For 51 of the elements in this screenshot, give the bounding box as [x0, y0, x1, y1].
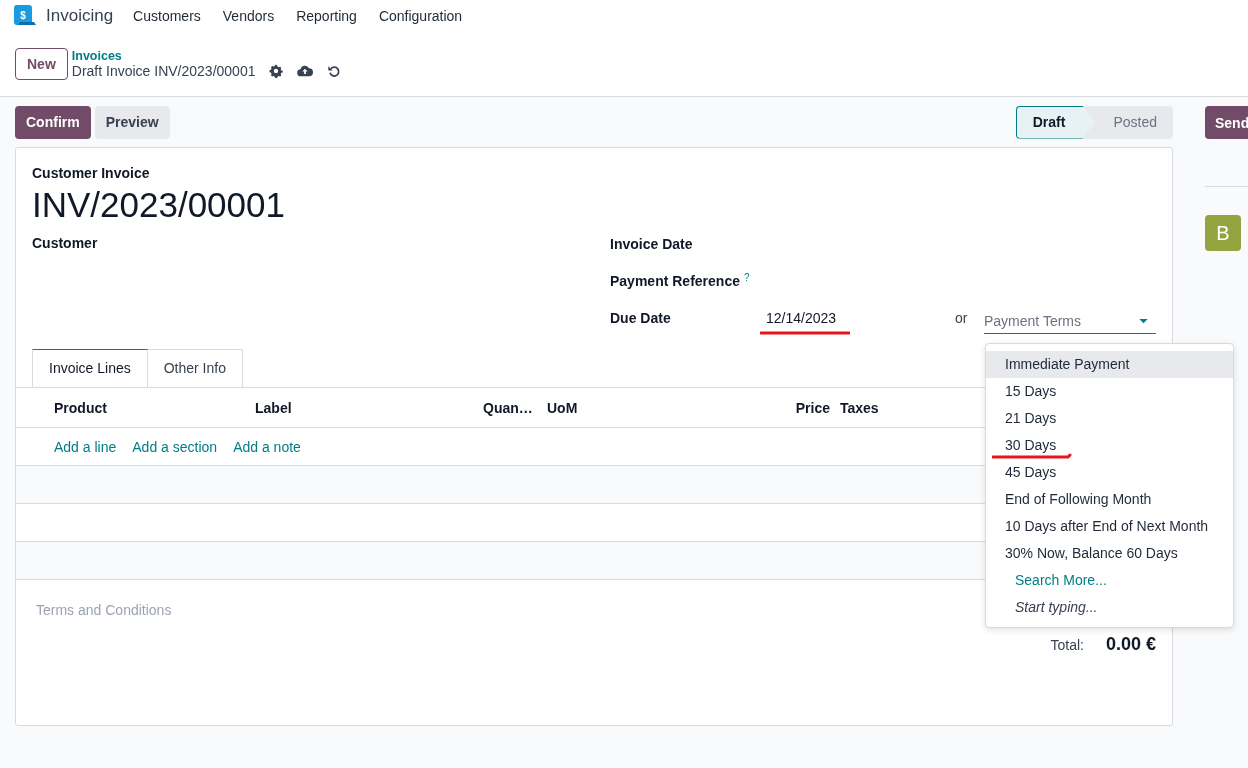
column-header: Price — [794, 399, 830, 416]
dropdown-item[interactable]: End of Following Month — [986, 486, 1233, 513]
payment-terms-field[interactable]: Payment Terms — [984, 308, 1156, 334]
app-name[interactable]: Invoicing — [46, 6, 114, 26]
record-title: Draft Invoice INV/2023/00001 — [71, 63, 256, 79]
caret-icon — [1139, 318, 1148, 324]
due-date-value[interactable]: 12/14/2023 — [766, 310, 837, 326]
column-header: Product — [54, 399, 108, 416]
search-more-link[interactable]: Search More... — [986, 567, 1233, 594]
column-header: Taxes — [839, 399, 879, 416]
field-label: Due Date — [610, 310, 672, 326]
menu-item[interactable]: Vendors — [222, 8, 275, 24]
dropdown-item[interactable]: 10 Days after End of Next Month — [986, 513, 1233, 540]
field-label: Payment Reference — [610, 273, 740, 289]
field-label: Invoice Date — [610, 236, 694, 252]
dropdown-item[interactable]: 45 Days — [986, 459, 1233, 486]
field-label: Customer — [32, 235, 98, 251]
tab[interactable]: Invoice Lines — [32, 349, 148, 387]
status-step[interactable]: Draft — [1015, 105, 1096, 139]
menu-item[interactable]: Configuration — [378, 8, 463, 24]
help-mark[interactable]: ? — [743, 272, 750, 283]
invoice-number: INV/2023/00001 — [32, 185, 286, 225]
add-link[interactable]: Add a line — [54, 438, 117, 455]
total-label: Total: — [1050, 637, 1084, 653]
settings-icon[interactable] — [269, 64, 284, 78]
total-amount: 0.00 € — [1105, 634, 1156, 655]
dropdown-hint: Start typing... — [1014, 598, 1099, 617]
undo-icon[interactable] — [327, 64, 342, 78]
avatar: B — [1205, 215, 1241, 251]
dropdown-item[interactable]: Immediate Payment — [986, 351, 1233, 378]
dropdown-item[interactable]: 30 Days — [986, 432, 1233, 459]
new-button[interactable]: New — [15, 48, 68, 80]
menu-item[interactable]: Reporting — [296, 8, 357, 24]
or-label: or — [955, 310, 969, 326]
send-button[interactable]: Send — [1205, 106, 1248, 139]
cloud-upload-icon[interactable] — [297, 64, 314, 78]
dropdown-item[interactable]: 21 Days — [986, 405, 1233, 432]
tab[interactable]: Other Info — [146, 349, 243, 387]
add-link[interactable]: Add a note — [233, 438, 301, 455]
column-header: UoM — [547, 399, 579, 416]
add-link[interactable]: Add a section — [132, 438, 218, 455]
confirm-button[interactable]: Confirm — [15, 105, 91, 139]
breadcrumb-link[interactable]: Invoices — [71, 49, 342, 63]
status-step[interactable]: Posted — [1095, 105, 1173, 139]
menu-item[interactable]: Customers — [133, 8, 201, 24]
dropdown-item[interactable]: 15 Days — [986, 378, 1233, 405]
column-header: Label — [255, 399, 293, 416]
preview-button[interactable]: Preview — [94, 105, 170, 139]
document-type-label: Customer Invoice — [32, 165, 151, 181]
column-header: Quan… — [483, 399, 534, 416]
dropdown-item[interactable]: 30% Now, Balance 60 Days — [986, 540, 1233, 567]
